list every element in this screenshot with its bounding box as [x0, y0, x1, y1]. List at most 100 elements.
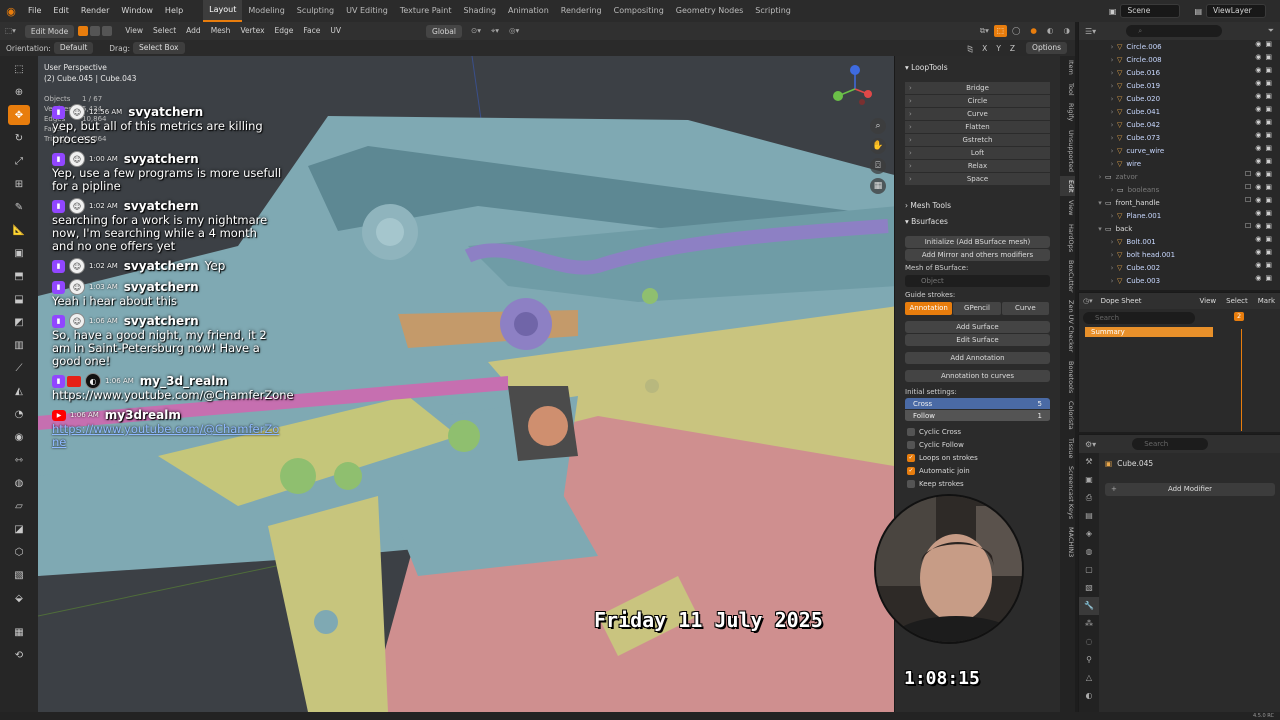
sidebar-tab-view[interactable]: View: [1060, 196, 1075, 219]
workspace-tab-uv-editing[interactable]: UV Editing: [340, 0, 394, 22]
sidebar-tab-rigify[interactable]: Rigify: [1060, 99, 1075, 125]
knife-tool-icon[interactable]: ⟋: [8, 358, 30, 378]
workspace-tab-shading[interactable]: Shading: [457, 0, 502, 22]
dopesheet-menu-view[interactable]: View: [1195, 297, 1222, 305]
mirror-axis-x[interactable]: X: [976, 44, 990, 53]
spin-tool-icon[interactable]: ◔: [8, 404, 30, 424]
edge-select-icon[interactable]: [90, 26, 101, 36]
follow-field[interactable]: Follow 1: [905, 410, 1050, 422]
loop-cut-tool-icon[interactable]: ▥: [8, 335, 30, 355]
current-frame-indicator[interactable]: 2: [1234, 312, 1245, 321]
outliner-item[interactable]: › ▽ Cube.002 ◉▣: [1079, 261, 1280, 274]
constraints-tab-icon[interactable]: ⚲: [1079, 651, 1099, 669]
visibility-icons[interactable]: ◉▣: [1255, 131, 1276, 139]
transform-tool-icon[interactable]: ⊞: [8, 174, 30, 194]
rip-tool-icon[interactable]: ◪: [8, 519, 30, 539]
sidebar-tab-zen-uv-checker[interactable]: Zen UV Checker: [1060, 296, 1075, 356]
perspective-toggle-icon[interactable]: ▦: [870, 178, 886, 194]
filter-icon[interactable]: ⏷: [1268, 26, 1274, 36]
modifier-tab-icon[interactable]: 🔧: [1079, 597, 1099, 615]
outliner-item[interactable]: › ▭ zatvor ☐◉▣: [1079, 170, 1280, 183]
outliner-item[interactable]: › ▽ Cube.019 ◉▣: [1079, 79, 1280, 92]
overlay-icon[interactable]: ⧉▾: [975, 22, 994, 40]
cross-field[interactable]: Cross 5: [905, 398, 1050, 410]
viewport-menu-uv[interactable]: UV: [325, 22, 346, 40]
orientation-dropdown[interactable]: Default: [53, 42, 94, 54]
add-mirror-modifiers-button[interactable]: Add Mirror and others modifiers: [905, 249, 1050, 261]
looptools-flatten-button[interactable]: › Flatten: [905, 121, 1050, 134]
blender-logo-icon[interactable]: ◉: [0, 0, 22, 22]
outliner-item[interactable]: › ▽ Cube.003 ◉▣: [1079, 274, 1280, 287]
guide-tab-curve[interactable]: Curve: [1001, 302, 1049, 315]
cursor-tool-icon[interactable]: ⊕: [8, 82, 30, 102]
looptools-relax-button[interactable]: › Relax: [905, 160, 1050, 173]
outliner-item[interactable]: › ▽ Cube.042 ◉▣: [1079, 118, 1280, 131]
scale-tool-icon[interactable]: ⤢: [8, 151, 30, 171]
visibility-icons[interactable]: ☐◉▣: [1245, 196, 1276, 204]
option-keep-strokes[interactable]: Keep strokes: [895, 477, 1060, 490]
tool-tab-icon[interactable]: ⚒: [1079, 453, 1099, 471]
scene-tab-icon[interactable]: ◈: [1079, 525, 1099, 543]
zoom-icon[interactable]: ⌕: [870, 118, 886, 134]
mirror-axis-y[interactable]: Y: [990, 44, 1004, 53]
visibility-icons[interactable]: ◉▣: [1255, 261, 1276, 269]
outliner-item[interactable]: › ▽ curve_wire ◉▣: [1079, 144, 1280, 157]
option-cyclic-follow[interactable]: Cyclic Follow: [895, 438, 1060, 451]
outliner-item[interactable]: › ▽ Circle.006 ◉▣: [1079, 40, 1280, 53]
edge-slide-tool-icon[interactable]: ⇿: [8, 450, 30, 470]
viewport-menu-add[interactable]: Add: [181, 22, 206, 40]
render-tab-icon[interactable]: ▣: [1079, 471, 1099, 489]
sidebar-tab-tool[interactable]: Tool: [1060, 79, 1075, 100]
tool-icon-b[interactable]: ⬙: [8, 588, 30, 608]
visibility-icons[interactable]: ◉▣: [1255, 105, 1276, 113]
navigation-gizmo[interactable]: [830, 64, 880, 114]
view-layer-field[interactable]: ViewLayer: [1206, 4, 1266, 18]
outliner-editor-icon[interactable]: ☰▾: [1085, 27, 1096, 36]
looptools-circle-button[interactable]: › Circle: [905, 95, 1050, 108]
data-tab-icon[interactable]: △: [1079, 669, 1099, 687]
visibility-icons[interactable]: ◉▣: [1255, 53, 1276, 61]
rendered-shading-icon[interactable]: ◑: [1058, 22, 1075, 40]
workspace-tab-compositing[interactable]: Compositing: [608, 0, 670, 22]
visibility-icons[interactable]: ◉▣: [1255, 92, 1276, 100]
shrink-fatten-tool-icon[interactable]: ◍: [8, 473, 30, 493]
view-layer-tab-icon[interactable]: ▤: [1079, 507, 1099, 525]
checkbox-icon[interactable]: ✓: [907, 453, 915, 462]
dopesheet-editor-icon[interactable]: ◷▾: [1079, 297, 1097, 305]
properties-editor-icon[interactable]: ⚙▾: [1079, 440, 1102, 449]
option-cyclic-cross[interactable]: Cyclic Cross: [895, 425, 1060, 438]
material-tab-icon[interactable]: ◐: [1079, 687, 1099, 705]
sidebar-tab-screencast-keys[interactable]: Screencast Keys: [1060, 462, 1075, 523]
select-tool-icon[interactable]: ⬚: [8, 59, 30, 79]
bsurface-object-field[interactable]: Object: [905, 275, 1050, 287]
sidebar-tab-item[interactable]: Item: [1060, 56, 1075, 79]
camera-view-icon[interactable]: ⌼: [870, 158, 886, 174]
outliner-item[interactable]: › ▽ Plane.001 ◉▣: [1079, 209, 1280, 222]
add-annotation-button[interactable]: Add Annotation: [905, 352, 1050, 364]
workspace-tab-layout[interactable]: Layout: [203, 0, 243, 22]
snap-icon[interactable]: ⌖▾: [486, 22, 504, 40]
visibility-icons[interactable]: ◉▣: [1255, 66, 1276, 74]
add-modifier-button[interactable]: + Add Modifier: [1105, 483, 1275, 496]
pivot-icon[interactable]: ⊙▾: [466, 22, 486, 40]
vertex-select-icon[interactable]: [78, 26, 89, 36]
guide-tab-annotation[interactable]: Annotation: [905, 302, 953, 315]
option-loops-on-strokes[interactable]: ✓ Loops on strokes: [895, 451, 1060, 464]
looptools-gstretch-button[interactable]: › Gstretch: [905, 134, 1050, 147]
visibility-icons[interactable]: ◉▣: [1255, 40, 1276, 48]
xray-icon[interactable]: ⬚: [993, 25, 1007, 37]
smooth-tool-icon[interactable]: ◉: [8, 427, 30, 447]
visibility-icons[interactable]: ☐◉▣: [1245, 170, 1276, 178]
measure-tool-icon[interactable]: 📐: [8, 220, 30, 240]
visibility-icons[interactable]: ☐◉▣: [1245, 222, 1276, 230]
tool-icon-d[interactable]: ⟲: [8, 645, 30, 665]
poly-build-tool-icon[interactable]: ◭: [8, 381, 30, 401]
workspace-tab-sculpting[interactable]: Sculpting: [291, 0, 340, 22]
options-dropdown[interactable]: Options: [1026, 42, 1067, 54]
bevel-tool-icon[interactable]: ◩: [8, 312, 30, 332]
object-tab-icon[interactable]: ▧: [1079, 579, 1099, 597]
annotation-to-curves-button[interactable]: Annotation to curves: [905, 370, 1050, 382]
menu-edit[interactable]: Edit: [47, 0, 75, 22]
scene-name-field[interactable]: Scene: [1120, 4, 1181, 18]
dopesheet-search[interactable]: Search: [1083, 312, 1195, 324]
